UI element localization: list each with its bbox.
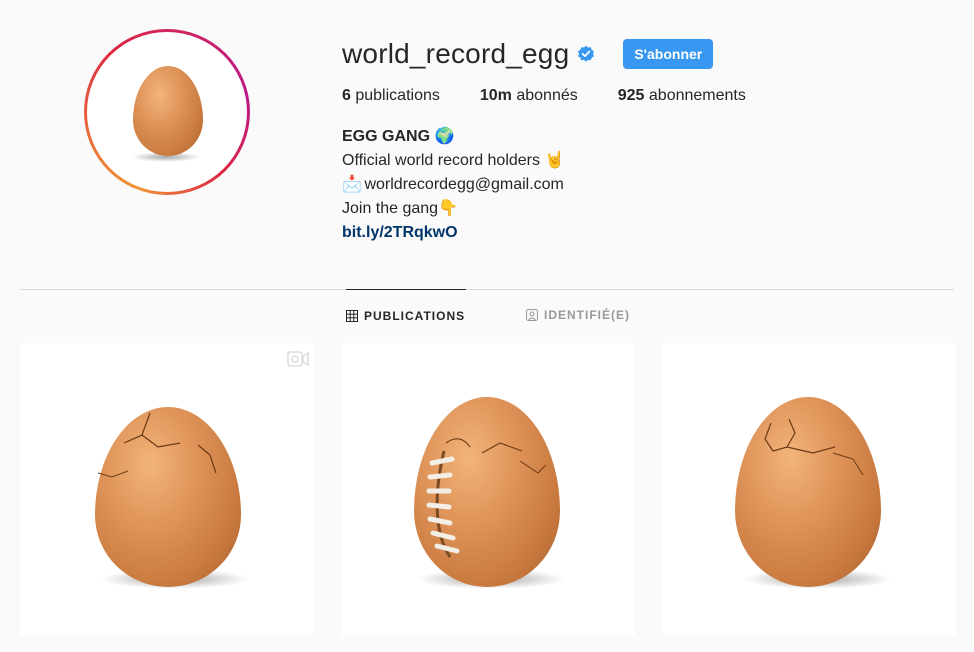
football-stitch bbox=[426, 438, 547, 558]
tab-tagged[interactable]: IDENTIFIÉ(E) bbox=[526, 289, 636, 341]
username: world_record_egg bbox=[342, 38, 570, 69]
tagged-icon bbox=[526, 309, 538, 321]
profile-avatar[interactable] bbox=[84, 29, 250, 195]
following-label: abonnements bbox=[648, 87, 746, 104]
followers-count: 10m bbox=[479, 87, 512, 104]
bio-link[interactable]: bit.ly/2TRqkwO bbox=[342, 224, 458, 241]
bio-link-line: bit.ly/2TRqkwO bbox=[342, 221, 954, 245]
following-count: 925 bbox=[617, 87, 645, 104]
post-tile-2[interactable] bbox=[342, 343, 635, 636]
bio: EGG GANG 🌍 Official world record holders… bbox=[342, 125, 954, 245]
stat-following[interactable]: 925 abonnements bbox=[618, 87, 746, 105]
publications-label: publications bbox=[355, 87, 440, 104]
bio-text-1: Official world record holders bbox=[342, 152, 541, 169]
tab-publications[interactable]: PUBLICATIONS bbox=[346, 289, 466, 341]
rock-hand-icon: 🤘 bbox=[544, 152, 565, 169]
bio-name-line: EGG GANG 🌍 bbox=[342, 125, 954, 149]
avatar-egg-image bbox=[91, 36, 243, 188]
post-tile-3[interactable] bbox=[663, 343, 956, 636]
crack-lines bbox=[764, 418, 864, 476]
title-row: world_record_egg S'abonner bbox=[342, 36, 954, 72]
display-name: EGG GANG bbox=[342, 128, 431, 145]
grid-icon bbox=[346, 309, 358, 322]
followers-label: abonnés bbox=[516, 87, 578, 104]
stats-row: 6 publications 10m abonnés 925 abonnemen… bbox=[342, 87, 954, 105]
profile-tabs: PUBLICATIONS IDENTIFIÉ(E) bbox=[0, 289, 974, 341]
tab-tagged-label: IDENTIFIÉ(E) bbox=[544, 308, 630, 322]
bio-line-3: Join the gang👇 bbox=[342, 197, 954, 221]
bio-email: worldrecordegg@gmail.com bbox=[364, 176, 564, 193]
stat-publications: 6 publications bbox=[342, 87, 440, 105]
envelope-icon: 📩 bbox=[342, 176, 362, 193]
crack-lines bbox=[97, 412, 217, 478]
pointing-down-icon: 👇 bbox=[438, 200, 458, 217]
post-tile-1[interactable] bbox=[20, 343, 313, 636]
publications-count: 6 bbox=[342, 87, 351, 104]
bio-line-1: Official world record holders 🤘 bbox=[342, 149, 954, 173]
avatar-frame bbox=[87, 32, 247, 192]
bio-text-3: Join the gang bbox=[342, 200, 439, 217]
stat-followers[interactable]: 10m abonnés bbox=[480, 87, 578, 105]
follow-button[interactable]: S'abonner bbox=[623, 39, 714, 69]
verified-badge-icon bbox=[577, 45, 595, 63]
tab-publications-label: PUBLICATIONS bbox=[364, 308, 466, 323]
bio-line-2: 📩 worldrecordegg@gmail.com bbox=[342, 173, 954, 197]
globe-icon: 🌍 bbox=[434, 128, 455, 145]
profile-header: world_record_egg S'abonner 6 publication… bbox=[342, 36, 954, 245]
